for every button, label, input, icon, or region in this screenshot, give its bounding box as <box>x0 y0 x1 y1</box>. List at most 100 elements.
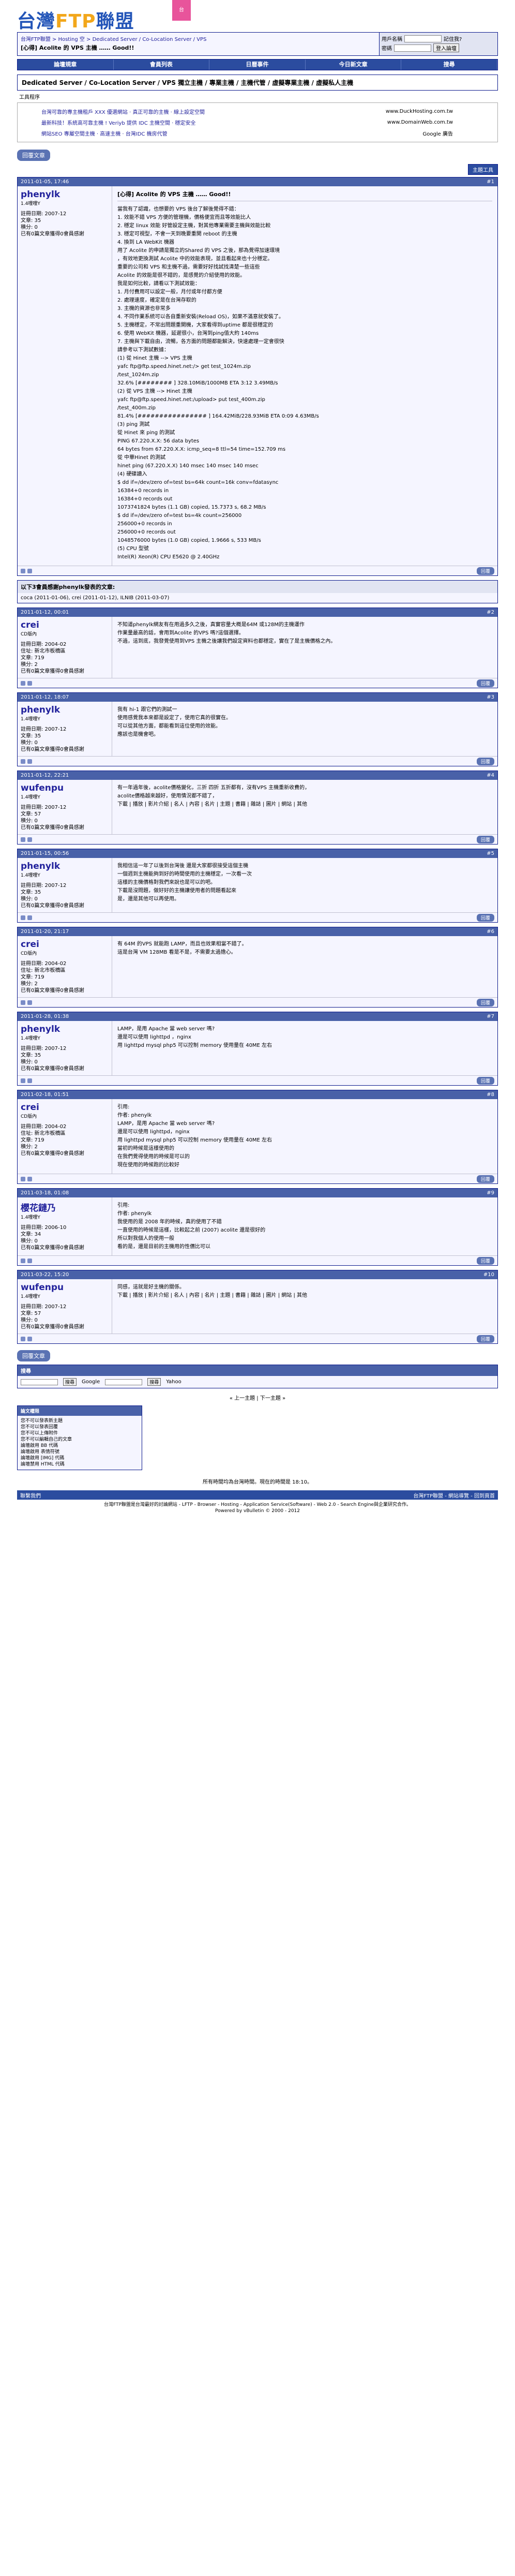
menu-search[interactable]: 搜尋 <box>401 60 497 70</box>
thanks-users[interactable]: coca (2011-01-06), crei (2011-01-12), IL… <box>18 593 497 603</box>
username[interactable]: crei <box>21 620 109 630</box>
post-line: 有一年過年後，acolite價格變化，三折 四折 五折都有，沒有VPS 主機重新… <box>117 785 310 791</box>
quote-reply-button[interactable]: 回覆 <box>476 998 494 1006</box>
login-button[interactable]: 登入論壇 <box>433 43 459 52</box>
post-line: 6. 使用 WebKit 機器，延遲很小，台灣到ping值大約 140ms <box>117 331 259 336</box>
yahoo-search-input[interactable] <box>105 1379 143 1385</box>
breadcrumb-path[interactable]: 台灣FTP聯盟 > Hosting 空 > Dedicated Server /… <box>21 37 206 42</box>
post: 2011-01-12, 00:01 #2 crei CD版內 註冊日期: 2004-02… <box>17 608 498 688</box>
post-footer: 回覆 <box>18 756 497 766</box>
quote-reply-button[interactable]: 回覆 <box>476 1335 494 1343</box>
user-stat: 住址: 新北市板橋區 <box>21 648 66 654</box>
google-search-input[interactable] <box>21 1379 58 1385</box>
google-search-button[interactable]: 搜尋 <box>63 1378 77 1386</box>
post-date: 2011-02-18, 01:51 <box>21 1092 69 1098</box>
user-title: CD版內 <box>21 632 37 637</box>
post-line: 從 中華Hinet 的測試 <box>117 455 166 461</box>
post-line: yafc ftp@ftp.speed.hinet.net:/> get test… <box>117 364 251 369</box>
post-footer: 回覆 <box>18 566 497 575</box>
username[interactable]: phenylk <box>21 189 109 200</box>
menu-new-posts[interactable]: 今日新文章 <box>306 60 402 70</box>
footer-links[interactable]: 台灣FTP聯盟 - 網站導覽 - 回到頁首 <box>413 1491 495 1499</box>
post-number[interactable]: #2 <box>487 610 494 615</box>
post-line: 1. 月付費用可以設定一般，月付或年付都方便 <box>117 289 222 295</box>
post-line: 作者: phenylk <box>117 1113 152 1118</box>
post-number[interactable]: #4 <box>487 773 494 778</box>
post-line: 7. 主機與下載自由，流暢，各方面的問題都能解決，快速處理一定會很快 <box>117 339 284 345</box>
username[interactable]: phenylk <box>21 705 109 715</box>
post-number[interactable]: #1 <box>487 179 494 185</box>
user-stat: 積分: 0 <box>21 1059 38 1065</box>
profile-icon[interactable] <box>27 568 32 573</box>
post-number[interactable]: #5 <box>487 851 494 856</box>
user-stat: 已有0篇文章獲得0會員感謝 <box>21 231 84 237</box>
post-content: [心得] Acolite 的 VPS 主機 …… Good!! 當我有了認識，也想… <box>112 186 497 566</box>
quote-reply-button[interactable]: 回覆 <box>476 1256 494 1265</box>
username[interactable]: 櫻花鏈乃 <box>21 1201 109 1213</box>
user-title: 1.4哩哩Y <box>21 201 40 206</box>
profile-icon[interactable] <box>27 1078 32 1083</box>
quote-reply-button[interactable]: 回覆 <box>476 757 494 765</box>
profile-icon[interactable] <box>27 915 32 920</box>
ad-link-3[interactable]: 網站SEO 專屬空間主機 · 高速主機 · 台灣IDC 機房代管 <box>41 129 168 137</box>
username[interactable]: wufenpu <box>21 783 109 793</box>
thread-tools[interactable]: 主題工具 <box>468 164 498 175</box>
post-line: 我有 hi-1 跟它們的測試一 <box>117 707 177 713</box>
post-footer: 回覆 <box>18 912 497 922</box>
quote-reply-button[interactable]: 回覆 <box>476 1076 494 1085</box>
reply-button-bottom[interactable]: 回覆文章 <box>17 1350 50 1361</box>
profile-icon[interactable] <box>27 1176 32 1181</box>
quote-reply-button[interactable]: 回覆 <box>476 567 494 575</box>
menu-members[interactable]: 會員列表 <box>114 60 210 70</box>
post-number[interactable]: #10 <box>483 1272 494 1278</box>
user-title: CD版內 <box>21 1114 37 1119</box>
quote-reply-button[interactable]: 回覆 <box>476 835 494 843</box>
bottom-nav: 聯繫我們 台灣FTP聯盟 - 網站導覽 - 回到頁首 <box>17 1490 498 1500</box>
username[interactable]: wufenpu <box>21 1282 109 1293</box>
post-header: 2011-01-28, 01:38 #7 <box>18 1012 497 1021</box>
next-prev-links[interactable]: « 上一主題 | 下一主題 » <box>17 1394 498 1401</box>
quote-reply-button[interactable]: 回覆 <box>476 913 494 922</box>
profile-icon[interactable] <box>27 759 32 764</box>
user-stat: 積分: 0 <box>21 740 38 746</box>
menu-rules[interactable]: 論壇規章 <box>18 60 114 70</box>
permission-line: 您不可以發表回覆 <box>21 1425 58 1430</box>
username[interactable]: crei <box>21 1102 109 1113</box>
main-menu: 論壇規章 會員列表 日曆事件 今日新文章 搜尋 <box>17 59 498 70</box>
profile-icon[interactable] <box>27 1336 32 1341</box>
online-status-icon <box>21 915 25 920</box>
quote-reply-button[interactable]: 回覆 <box>476 1175 494 1183</box>
profile-icon[interactable] <box>27 837 32 842</box>
post-number[interactable]: #8 <box>487 1092 494 1098</box>
post-line: 我相信這一年了以後到台灣後 還是大家都很接受這個主機 <box>117 863 249 869</box>
tools-link[interactable]: 工具程序 <box>19 93 498 100</box>
user-stat: 已有0篇文章獲得0會員感謝 <box>21 903 84 909</box>
yahoo-search-button[interactable]: 搜尋 <box>147 1378 161 1386</box>
ad-link-2[interactable]: 最新科技！系統高可靠主機 ! Veriyb 提供 IDC 主機空間 · 穩定安全 <box>41 119 195 126</box>
post-number[interactable]: #9 <box>487 1190 494 1196</box>
contact-link[interactable]: 聯繫我們 <box>20 1491 41 1499</box>
post-number[interactable]: #3 <box>487 694 494 700</box>
post-number[interactable]: #6 <box>487 929 494 935</box>
user-stat: 積分: 2 <box>21 662 38 668</box>
profile-icon[interactable] <box>27 680 32 686</box>
username[interactable]: phenylk <box>21 861 109 871</box>
quote-reply-button[interactable]: 回覆 <box>476 679 494 687</box>
username[interactable]: crei <box>21 939 109 950</box>
post-line: ，有效地更換測試 Acolite 中的效能表現，並且看起來也十分穩定。 <box>117 256 273 262</box>
profile-icon[interactable] <box>27 1258 32 1263</box>
password-input[interactable] <box>394 44 431 52</box>
username-input[interactable] <box>404 35 442 42</box>
post-date: 2011-01-05, 17:46 <box>21 179 69 185</box>
post-line: 應該也是機會吧。 <box>117 732 159 737</box>
user-stat: 文章: 719 <box>21 1137 44 1143</box>
post-number[interactable]: #7 <box>487 1014 494 1019</box>
reply-button[interactable]: 回覆文章 <box>17 150 50 161</box>
profile-icon[interactable] <box>27 1000 32 1005</box>
post-line: 81.4% [################ ] 164.42MiB/228.… <box>117 413 319 419</box>
site-logo[interactable]: 台灣FTP聯盟 台 <box>17 0 498 32</box>
ad-link-1[interactable]: 台灣可靠的專主機租戶 XXX 優選網站 · 真正可靠的主機 · 線上設定空間 <box>41 108 205 115</box>
user-stat: 積分: 0 <box>21 225 38 230</box>
menu-calendar[interactable]: 日曆事件 <box>209 60 306 70</box>
username[interactable]: phenylk <box>21 1024 109 1034</box>
